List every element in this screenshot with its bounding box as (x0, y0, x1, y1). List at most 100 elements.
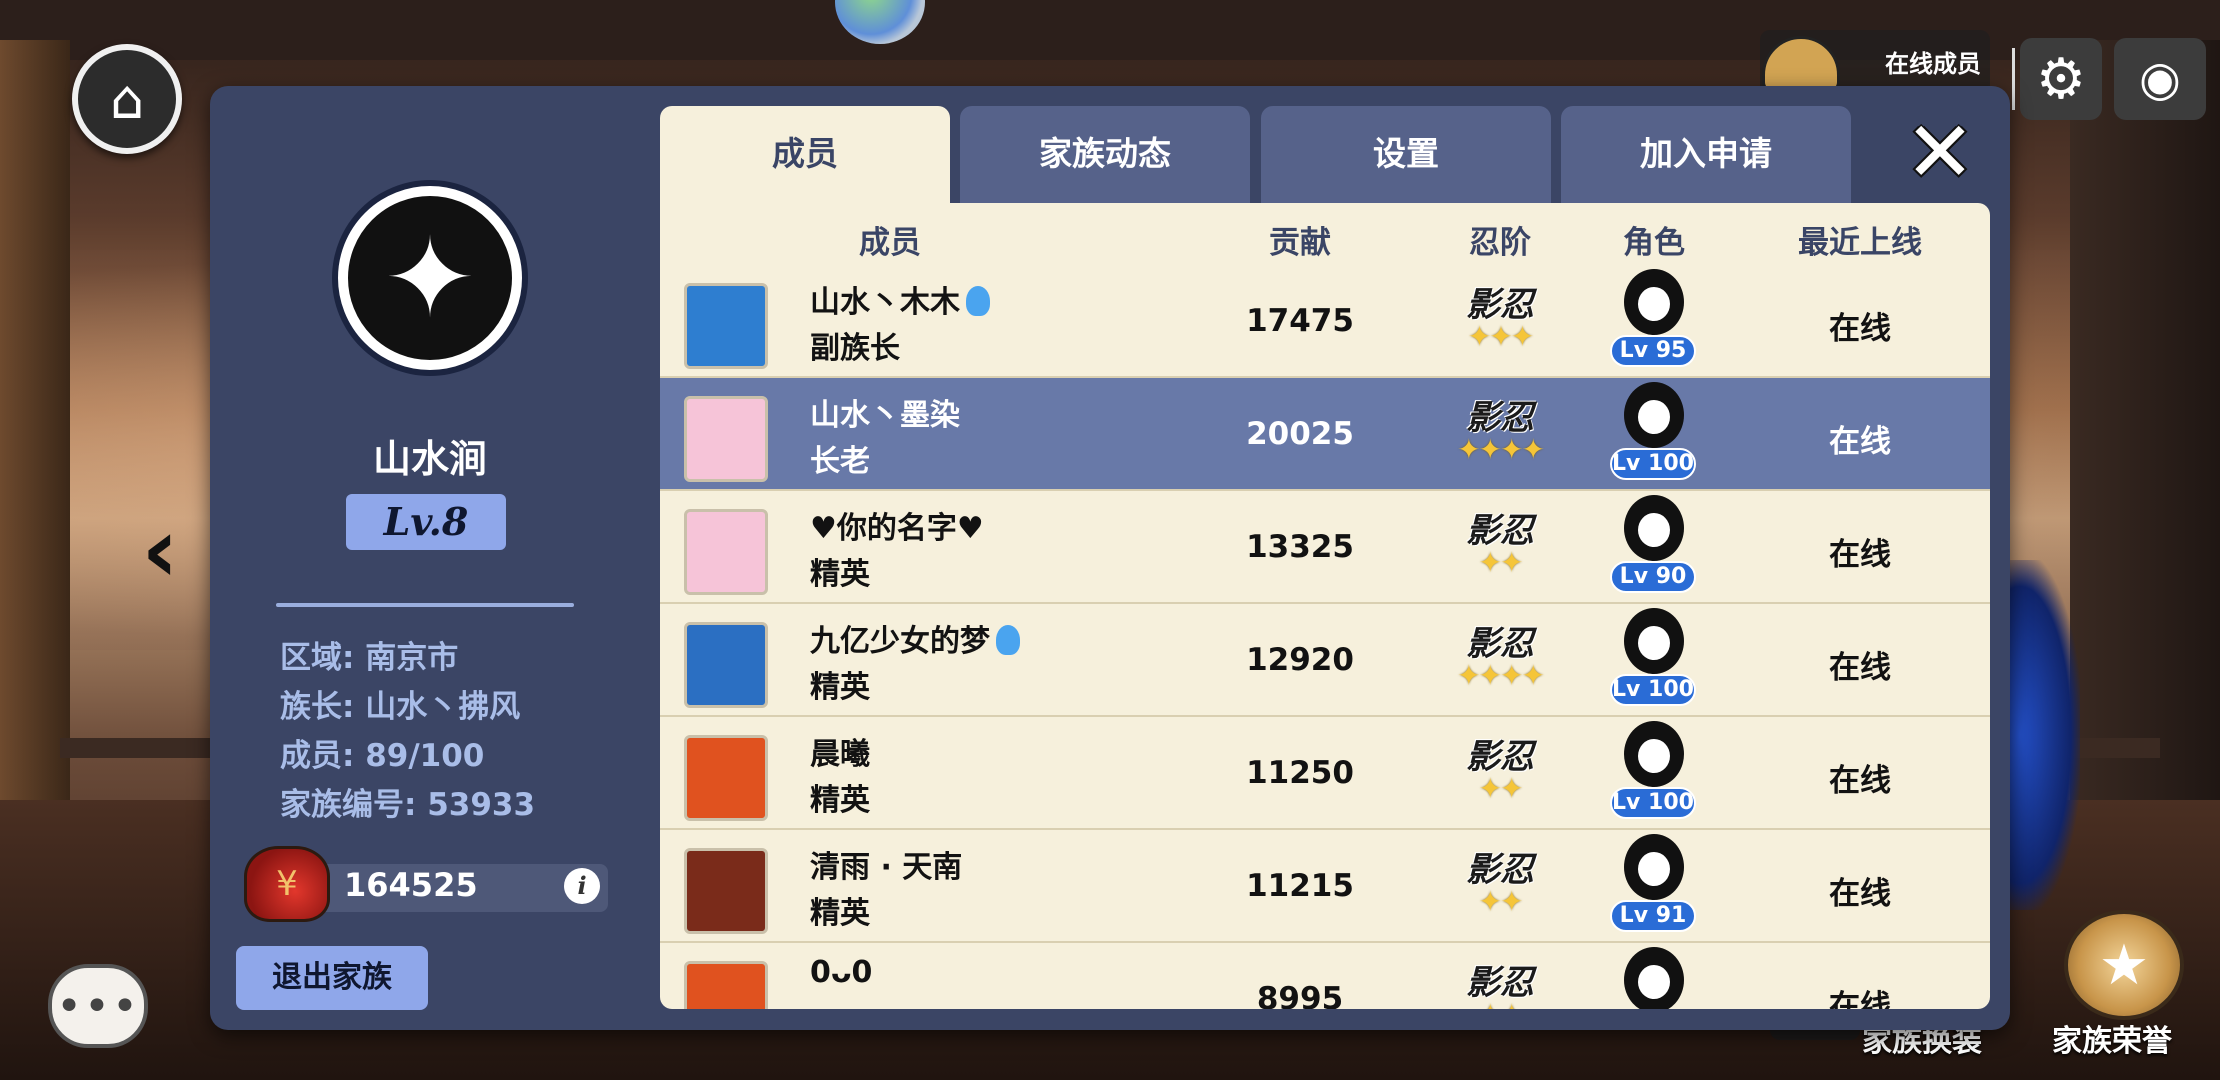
member-role: 精英 (810, 670, 870, 705)
member-contribution: 11215 (1246, 868, 1354, 904)
clan-id: 家族编号: 53933 (280, 787, 536, 823)
tab-clan-activity[interactable]: 家族动态 (960, 106, 1250, 204)
rank-badge: 影忍 ✦✦ (1410, 842, 1590, 932)
member-contribution: 17475 (1246, 303, 1354, 339)
member-role: 副族长 (810, 331, 900, 366)
clan-member-count: 成员: 89/100 (280, 738, 485, 774)
character-portrait[interactable]: Lv 90 (1604, 491, 1704, 599)
member-avatar[interactable] (684, 735, 768, 821)
member-status: 在线 (1829, 311, 1891, 347)
rank-stars-icon: ✦✦✦✦ (1457, 659, 1545, 692)
member-status: 在线 (1829, 424, 1891, 460)
tab-join-requests[interactable]: 加入申请 (1561, 106, 1851, 204)
tab-settings[interactable]: 设置 (1261, 106, 1551, 204)
member-contribution: 13325 (1246, 529, 1354, 565)
member-avatar[interactable] (684, 622, 768, 708)
members-table[interactable]: 成员 贡献 忍阶 角色 最近上线 山水丶木木 副族长 17475 影忍 ✦✦✦ … (660, 203, 1990, 1009)
rank-stars-icon: ✦✦✦ (1467, 320, 1534, 353)
table-row[interactable]: 晨曦 精英 11250 影忍 ✦✦ Lv 100 在线 (660, 717, 1990, 830)
member-status: 在线 (1829, 876, 1891, 912)
rank-badge: 影忍 ✦✦ (1410, 955, 1590, 1009)
member-name: 山水丶墨染 (810, 398, 960, 433)
member-name: 晨曦 (810, 737, 870, 772)
rank-label: 影忍 (1466, 963, 1534, 1003)
member-avatar[interactable] (684, 396, 768, 482)
character-face-icon (1638, 626, 1670, 660)
character-level-badge: Lv 91 (1610, 900, 1696, 932)
member-contribution: 20025 (1246, 416, 1354, 452)
tab-members[interactable]: 成员 (660, 106, 950, 204)
rank-badge: 影忍 ✦✦✦ (1410, 277, 1590, 367)
table-row[interactable]: 清雨 · 天南 精英 11215 影忍 ✦✦ Lv 91 在线 (660, 830, 1990, 943)
character-level-badge: Lv 100 (1610, 448, 1696, 480)
rank-label: 影忍 (1466, 285, 1534, 325)
member-role: 精英 (810, 557, 870, 592)
table-row[interactable]: 九亿少女的梦 精英 12920 影忍 ✦✦✦✦ Lv 100 在线 (660, 604, 1990, 717)
header-rank: 忍阶 (1469, 225, 1531, 261)
character-level-badge: Lv 90 (1610, 561, 1696, 593)
rank-label: 影忍 (1466, 398, 1534, 438)
member-contribution: 12920 (1246, 642, 1354, 678)
member-status: 在线 (1829, 763, 1891, 799)
rank-label: 影忍 (1466, 511, 1534, 551)
rank-stars-icon: ✦✦ (1478, 772, 1524, 805)
table-row[interactable]: 0ᴗ0 精英 8995 影忍 ✦✦ 在线 (660, 943, 1990, 1009)
table-header: 成员 贡献 忍阶 角色 最近上线 (660, 203, 1990, 265)
clan-region: 区域: 南京市 (280, 640, 459, 676)
rank-label: 影忍 (1466, 624, 1534, 664)
gear-icon[interactable]: ⚙ (2020, 38, 2102, 120)
member-role: 精英 (810, 896, 870, 931)
leave-clan-button[interactable]: 退出家族 (236, 946, 428, 1010)
online-members-label: 在线成员 (1885, 50, 1981, 78)
rank-stars-icon: ✦✦✦✦ (1457, 433, 1545, 466)
member-avatar[interactable] (684, 961, 768, 1009)
table-row[interactable]: 山水丶木木 副族长 17475 影忍 ✦✦✦ Lv 95 在线 (660, 265, 1990, 378)
rank-badge: 影忍 ✦✦✦✦ (1410, 390, 1590, 480)
clan-funds-value: 164525 (344, 866, 478, 904)
table-row[interactable]: ♥你的名字♥ 精英 13325 影忍 ✦✦ Lv 90 在线 (660, 491, 1990, 604)
prev-arrow-icon[interactable]: ‹ (130, 498, 190, 603)
character-portrait[interactable]: Lv 91 (1604, 830, 1704, 938)
clan-emblem-icon: ✦ (338, 186, 522, 370)
member-contribution: 11250 (1246, 755, 1354, 791)
header-member: 成员 (859, 225, 921, 261)
member-avatar[interactable] (684, 509, 768, 595)
eye-icon[interactable]: ◉ (2114, 38, 2206, 120)
table-row[interactable]: 山水丶墨染 长老 20025 影忍 ✦✦✦✦ Lv 100 在线 (660, 378, 1990, 491)
member-role: 长老 (810, 444, 870, 479)
rank-stars-icon: ✦✦ (1478, 546, 1524, 579)
member-name: 清雨 · 天南 (810, 850, 963, 885)
rank-label: 影忍 (1466, 737, 1534, 777)
character-portrait[interactable]: Lv 100 (1604, 604, 1704, 712)
rank-badge: 影忍 ✦✦✦✦ (1410, 616, 1590, 706)
hud-divider (2012, 48, 2015, 110)
close-icon[interactable]: ✕ (1900, 103, 1980, 201)
info-icon[interactable]: i (564, 868, 600, 904)
header-character: 角色 (1623, 225, 1685, 261)
character-level-badge: Lv 100 (1610, 787, 1696, 819)
character-face-icon (1638, 852, 1670, 886)
money-bag-icon: ¥ (244, 846, 330, 922)
trophy-icon[interactable]: ★ (2064, 910, 2184, 1020)
rank-badge: 影忍 ✦✦ (1410, 503, 1590, 593)
character-portrait[interactable] (1604, 943, 1704, 1009)
character-portrait[interactable]: Lv 100 (1604, 378, 1704, 486)
member-avatar[interactable] (684, 848, 768, 934)
header-contribution: 贡献 (1269, 225, 1331, 261)
character-level-badge: Lv 95 (1610, 335, 1696, 367)
member-avatar[interactable] (684, 283, 768, 369)
member-name: ♥你的名字♥ (810, 511, 984, 546)
rank-label: 影忍 (1466, 850, 1534, 890)
clan-level-badge: Lv.8 (346, 494, 506, 550)
character-face-icon (1638, 287, 1670, 321)
character-portrait[interactable]: Lv 100 (1604, 717, 1704, 825)
character-portrait[interactable]: Lv 95 (1604, 265, 1704, 373)
clan-divider (276, 603, 574, 607)
chat-icon[interactable]: ••• (48, 964, 148, 1048)
vip-icon (996, 625, 1020, 655)
home-icon[interactable]: ⌂ (72, 44, 182, 154)
member-role: 精英 (810, 783, 870, 818)
member-status: 在线 (1829, 989, 1891, 1009)
member-name: 0ᴗ0 (810, 955, 873, 990)
clan-honor-button[interactable]: 家族荣誉 (2052, 1016, 2172, 1060)
